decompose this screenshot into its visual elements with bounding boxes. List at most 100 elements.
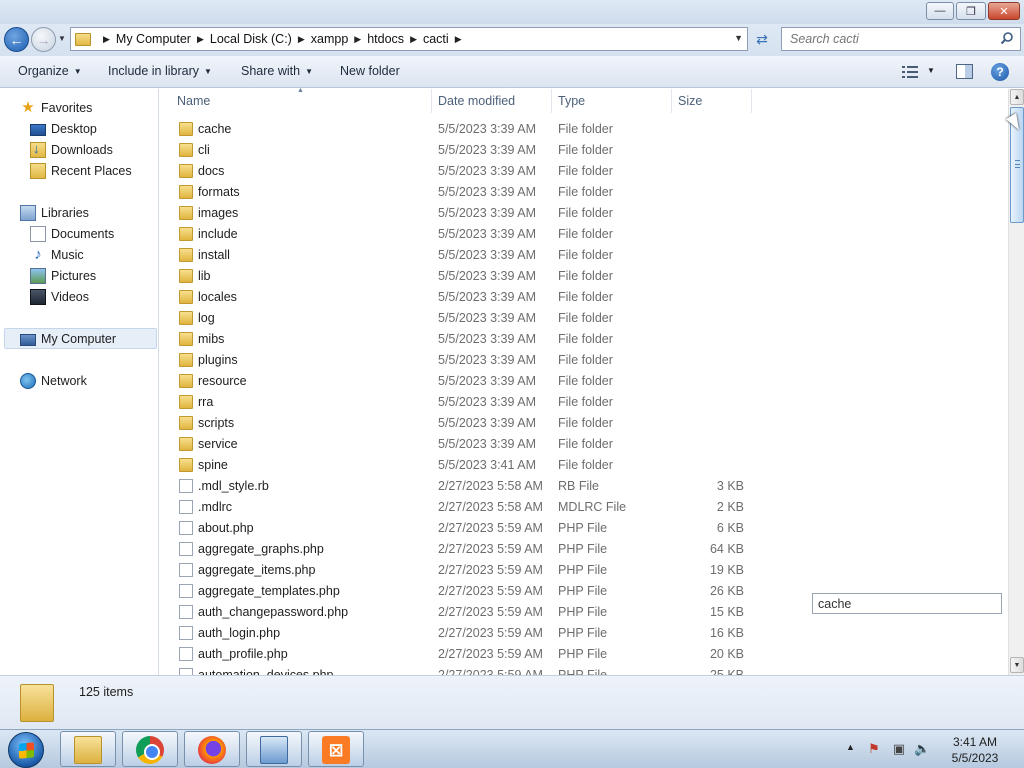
file-row[interactable]: aggregate_graphs.php 2/27/2023 5:59 AM PHP… — [160, 539, 1008, 560]
nav-item-desktop[interactable]: Desktop — [30, 118, 97, 139]
chevron-right-icon[interactable]: ▶ — [103, 34, 110, 45]
nav-item-pictures[interactable]: Pictures — [30, 265, 96, 286]
taskbar-app-firefox[interactable] — [184, 731, 240, 767]
column-divider[interactable] — [671, 89, 672, 113]
column-divider[interactable] — [551, 89, 552, 113]
file-row[interactable]: lib 5/5/2023 3:39 AM File folder — [160, 266, 1008, 287]
share-with-menu[interactable]: Share with ▼ — [241, 64, 313, 78]
chevron-right-icon[interactable]: ▶ — [354, 34, 361, 45]
taskbar-app-xampp[interactable]: ⊠ — [308, 731, 364, 767]
file-row[interactable]: automation_devices.php 2/27/2023 5:59 AM P… — [160, 665, 1008, 675]
maximize-button[interactable]: ❐ — [956, 2, 986, 20]
file-row[interactable]: service 5/5/2023 3:39 AM File folder — [160, 434, 1008, 455]
file-row[interactable]: images 5/5/2023 3:39 AM File folder — [160, 203, 1008, 224]
file-row[interactable]: .mdlrc 2/27/2023 5:58 AM MDLRC File 2 KB — [160, 497, 1008, 518]
column-divider[interactable] — [751, 89, 752, 113]
refresh-icon: ⇄ — [756, 31, 768, 47]
close-button[interactable]: ✕ — [988, 2, 1020, 20]
file-row[interactable]: cli 5/5/2023 3:39 AM File folder — [160, 140, 1008, 161]
file-row[interactable]: install 5/5/2023 3:39 AM File folder — [160, 245, 1008, 266]
search-input[interactable] — [790, 32, 990, 46]
nav-item-videos[interactable]: Videos — [30, 286, 89, 307]
file-row[interactable]: auth_profile.php 2/27/2023 5:59 AM PHP Fil… — [160, 644, 1008, 665]
include-in-library-menu[interactable]: Include in library ▼ — [108, 64, 212, 78]
file-row[interactable]: about.php 2/27/2023 5:59 AM PHP File 6 KB — [160, 518, 1008, 539]
view-details-icon[interactable] — [902, 65, 918, 79]
chevron-right-icon[interactable]: ▶ — [455, 34, 462, 45]
address-bar[interactable]: ▶ My Computer ▶ Local Disk (C:) ▶ xampp … — [70, 27, 748, 51]
nav-item-my-computer[interactable]: My Computer — [20, 328, 116, 349]
taskbar: ⊠ ▲ ⚑ ▣ 🔈 3:41 AM 5/5/2023 — [0, 729, 1024, 768]
file-row[interactable]: rra 5/5/2023 3:39 AM File folder — [160, 392, 1008, 413]
taskbar-app-remote-desktop[interactable] — [246, 731, 302, 767]
vertical-scrollbar[interactable]: ▲ ▼ — [1008, 89, 1024, 675]
taskbar-app-chrome[interactable] — [122, 731, 178, 767]
nav-item-music[interactable]: ♪ Music — [30, 244, 84, 265]
type-ahead-box[interactable]: cache — [812, 593, 1002, 614]
file-row[interactable]: log 5/5/2023 3:39 AM File folder — [160, 308, 1008, 329]
nav-item-network[interactable]: Network — [20, 370, 87, 391]
new-folder-button[interactable]: New folder — [340, 64, 400, 78]
file-row[interactable]: plugins 5/5/2023 3:39 AM File folder — [160, 350, 1008, 371]
search-box[interactable] — [781, 27, 1021, 51]
column-header-date-modified[interactable]: Date modified — [438, 94, 515, 108]
taskbar-app-explorer[interactable] — [60, 731, 116, 767]
file-row[interactable]: mibs 5/5/2023 3:39 AM File folder — [160, 329, 1008, 350]
file-row[interactable]: scripts 5/5/2023 3:39 AM File folder — [160, 413, 1008, 434]
volume-icon[interactable]: 🔈 — [914, 741, 930, 757]
file-type: PHP File — [558, 668, 608, 675]
file-row[interactable]: cache 5/5/2023 3:39 AM File folder — [160, 119, 1008, 140]
file-row[interactable]: resource 5/5/2023 3:39 AM File folder — [160, 371, 1008, 392]
search-icon[interactable] — [1000, 31, 1014, 45]
preview-pane-button[interactable] — [956, 64, 973, 79]
breadcrumb-htdocs[interactable]: htdocs — [367, 32, 404, 46]
file-row[interactable]: auth_login.php 2/27/2023 5:59 AM PHP File 1… — [160, 623, 1008, 644]
column-header-size[interactable]: Size — [678, 94, 702, 108]
file-type: PHP File — [558, 521, 608, 535]
file-size: 16 KB — [709, 626, 744, 640]
chevron-right-icon[interactable]: ▶ — [298, 34, 305, 45]
minimize-button[interactable]: — — [926, 2, 954, 20]
file-row[interactable]: spine 5/5/2023 3:41 AM File folder — [160, 455, 1008, 476]
help-button[interactable]: ? — [991, 63, 1009, 81]
column-header-name[interactable]: Name — [177, 94, 210, 108]
scroll-up-button[interactable]: ▲ — [1010, 89, 1024, 105]
file-type: File folder — [558, 353, 613, 367]
refresh-button[interactable]: ⇄ — [752, 29, 772, 49]
network-tray-icon[interactable]: ▣ — [891, 741, 907, 757]
scroll-down-button[interactable]: ▼ — [1010, 657, 1024, 673]
breadcrumb-local-disk[interactable]: Local Disk (C:) — [210, 32, 292, 46]
column-divider[interactable] — [431, 89, 432, 113]
nav-item-libraries[interactable]: Libraries — [20, 202, 89, 223]
system-clock[interactable]: 3:41 AM 5/5/2023 — [940, 734, 1010, 766]
view-options-dropdown[interactable]: ▼ — [927, 66, 935, 75]
chevron-right-icon[interactable]: ▶ — [410, 34, 417, 45]
organize-menu[interactable]: Organize ▼ — [18, 64, 82, 78]
back-button[interactable]: ← — [4, 27, 29, 52]
column-header-type[interactable]: Type — [558, 94, 585, 108]
file-type: File folder — [558, 437, 613, 451]
file-row[interactable]: locales 5/5/2023 3:39 AM File folder — [160, 287, 1008, 308]
nav-label: Music — [51, 247, 84, 262]
address-history-dropdown[interactable]: ▼ — [734, 33, 743, 43]
breadcrumb-cacti[interactable]: cacti — [423, 32, 449, 46]
nav-label: My Computer — [41, 331, 117, 346]
file-row[interactable]: include 5/5/2023 3:39 AM File folder — [160, 224, 1008, 245]
file-row[interactable]: formats 5/5/2023 3:39 AM File folder — [160, 182, 1008, 203]
nav-item-documents[interactable]: Documents — [30, 223, 114, 244]
nav-item-downloads[interactable]: Downloads — [30, 139, 113, 160]
recent-pages-dropdown[interactable]: ▼ — [58, 34, 68, 44]
breadcrumb-my-computer[interactable]: My Computer — [116, 32, 191, 46]
show-hidden-icons-button[interactable]: ▲ — [846, 742, 855, 752]
start-button[interactable] — [8, 732, 44, 768]
file-row[interactable]: .mdl_style.rb 2/27/2023 5:58 AM RB File 3 K… — [160, 476, 1008, 497]
nav-item-recent-places[interactable]: Recent Places — [30, 160, 132, 181]
chevron-right-icon[interactable]: ▶ — [197, 34, 204, 45]
file-row[interactable]: docs 5/5/2023 3:39 AM File folder — [160, 161, 1008, 182]
forward-button[interactable]: → — [31, 27, 56, 52]
nav-item-favorites[interactable]: ★ Favorites — [20, 97, 92, 118]
action-center-flag-icon[interactable]: ⚑ — [866, 741, 882, 757]
file-row[interactable]: aggregate_items.php 2/27/2023 5:59 AM PHP … — [160, 560, 1008, 581]
file-date-modified: 5/5/2023 3:39 AM — [438, 122, 536, 136]
breadcrumb-xampp[interactable]: xampp — [311, 32, 349, 46]
